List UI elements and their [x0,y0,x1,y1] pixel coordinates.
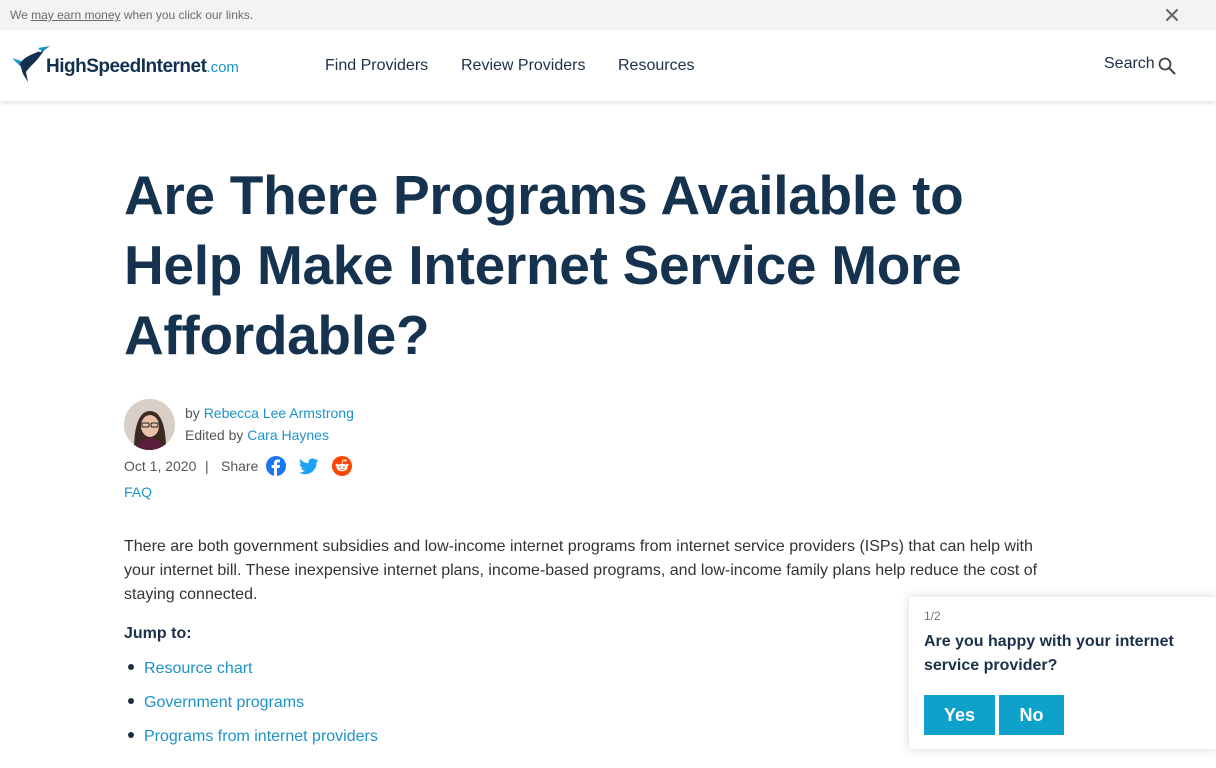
bullet-icon [128,732,134,739]
hummingbird-logo-icon [12,46,50,82]
editor-line: Edited by Cara Haynes [185,427,329,443]
earn-money-link[interactable]: may earn money [31,8,120,22]
logo-wordmark: HighSpeedInternet.com [46,56,239,78]
logo-suffix: .com [206,59,239,76]
twitter-icon[interactable] [299,456,319,476]
editor-prefix: Edited by [185,427,248,443]
bullet-icon [128,664,134,671]
share-label: Share [221,458,259,474]
meta-separator: | [205,458,209,474]
search-button[interactable]: Search [1104,55,1155,73]
list-item: Government programs [124,694,378,728]
search-icon[interactable] [1158,57,1176,75]
byline-prefix: by [185,405,204,421]
logo-name: HighSpeedInternet [46,56,207,77]
nav-review-providers[interactable]: Review Providers [461,57,585,75]
article-title: Are There Programs Available to Help Mak… [124,164,964,366]
publish-date: Oct 1, 2020 [124,458,197,474]
survey-no-button[interactable]: No [999,695,1064,735]
disclosure-prefix: We [10,8,32,22]
nav-resources[interactable]: Resources [618,57,694,75]
editor-link[interactable]: Cara Haynes [247,427,329,443]
nav-find-providers[interactable]: Find Providers [325,57,428,75]
list-item: Resource chart [124,660,378,694]
facebook-icon[interactable] [266,456,286,476]
jump-link-isp-programs[interactable]: Programs from internet providers [144,728,378,745]
bullet-icon [128,698,134,705]
category-link-faq[interactable]: FAQ [124,484,152,500]
byline: by Rebecca Lee Armstrong [185,405,354,421]
close-icon[interactable] [1164,7,1180,23]
author-avatar[interactable] [124,399,175,450]
article-intro: There are both government subsidies and … [124,538,1038,603]
author-link[interactable]: Rebecca Lee Armstrong [204,405,354,421]
disclosure-text: We may earn money when you click our lin… [10,8,253,22]
jump-link-resource-chart[interactable]: Resource chart [144,660,253,677]
jump-to-label: Jump to: [124,625,192,642]
survey-yes-button[interactable]: Yes [924,695,995,735]
jump-to-list: Resource chart Government programs Progr… [124,660,378,762]
survey-question: Are you happy with your internet service… [924,633,1174,674]
jump-link-government-programs[interactable]: Government programs [144,694,304,711]
survey-step-counter: 1/2 [924,609,941,623]
reddit-icon[interactable] [332,456,352,476]
site-header: HighSpeedInternet.com Find Providers Rev… [0,30,1216,101]
disclosure-suffix: when you click our links. [120,8,254,22]
list-item: Programs from internet providers [124,728,378,762]
site-logo[interactable]: HighSpeedInternet.com [10,44,260,84]
disclosure-bar: We may earn money when you click our lin… [0,0,1216,30]
survey-widget: 1/2 Are you happy with your internet ser… [909,597,1216,749]
